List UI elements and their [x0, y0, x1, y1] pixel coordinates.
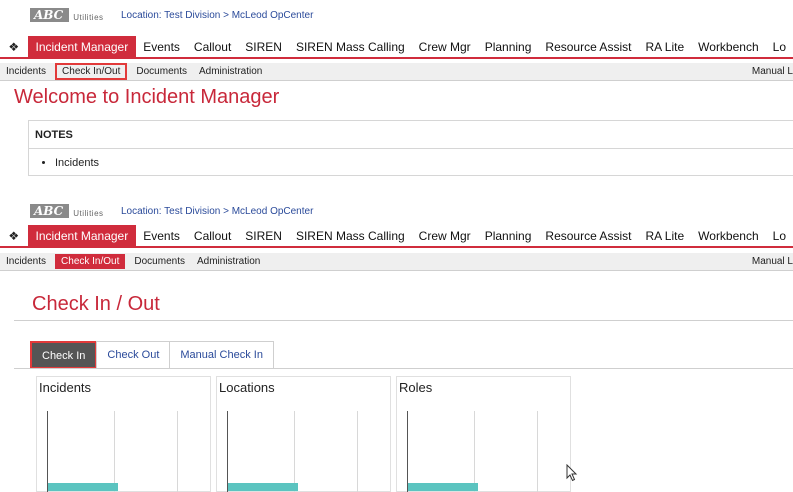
incident-manager-welcome-view: ABC Utilities Location: Test Division > …: [0, 0, 793, 180]
logo-subtitle: Utilities: [73, 13, 104, 22]
sub-nav: Incidents Check In/Out Documents Adminis…: [0, 253, 793, 271]
main-nav: ❖ Incident Manager Events Callout SIREN …: [0, 225, 793, 248]
subnav-check-in-out[interactable]: Check In/Out: [55, 254, 126, 269]
tab-manual-check-in[interactable]: Manual Check In: [169, 341, 274, 369]
title-divider: [14, 320, 793, 321]
nav-resource-assist[interactable]: Resource Assist: [538, 225, 638, 247]
main-nav: ❖ Incident Manager Events Callout SIREN …: [0, 36, 793, 59]
chart-bar[interactable]: [228, 483, 298, 491]
nav-lo-truncated[interactable]: Lo: [766, 36, 793, 58]
chart-bar[interactable]: [48, 483, 118, 491]
nav-planning[interactable]: Planning: [478, 225, 539, 247]
check-in-out-view: ABC Utilities Location: Test Division > …: [0, 196, 793, 492]
chart-axis: [407, 411, 408, 492]
abc-utilities-logo[interactable]: ABC Utilities: [30, 204, 104, 218]
nav-resource-assist[interactable]: Resource Assist: [538, 36, 638, 58]
nav-siren[interactable]: SIREN: [238, 225, 289, 247]
nav-ra-lite[interactable]: RA Lite: [638, 225, 691, 247]
chart-gridline: [537, 411, 538, 492]
abc-utilities-logo[interactable]: ABC Utilities: [30, 8, 104, 22]
nav-siren-mass-calling[interactable]: SIREN Mass Calling: [289, 225, 412, 247]
subnav-documents[interactable]: Documents: [130, 64, 193, 79]
subnav-incidents[interactable]: Incidents: [0, 64, 52, 79]
notes-list: Incidents: [29, 149, 793, 169]
home-icon[interactable]: ❖: [0, 40, 28, 54]
nav-incident-manager[interactable]: Incident Manager: [27, 225, 137, 247]
subnav-administration[interactable]: Administration: [191, 254, 266, 269]
logo-brand: ABC: [30, 8, 70, 22]
nav-workbench[interactable]: Workbench: [691, 36, 765, 58]
tab-underline: [14, 368, 793, 369]
tab-check-out[interactable]: Check Out: [96, 341, 171, 369]
nav-workbench[interactable]: Workbench: [691, 225, 765, 247]
location-breadcrumb[interactable]: Location: Test Division > McLeod OpCente…: [121, 10, 313, 21]
subnav-incidents[interactable]: Incidents: [0, 254, 52, 269]
locations-panel: Locations: [216, 376, 391, 492]
chart-bar[interactable]: [408, 483, 478, 491]
chart-axis: [227, 411, 228, 492]
nav-events[interactable]: Events: [136, 225, 187, 247]
page-title: Check In / Out: [32, 293, 160, 315]
notes-header: NOTES: [29, 121, 793, 149]
incidents-panel-title: Incidents: [39, 380, 92, 395]
subnav-documents[interactable]: Documents: [128, 254, 191, 269]
check-tabs: Check In Check Out Manual Check In: [30, 341, 274, 369]
header-bar: ABC Utilities Location: Test Division > …: [0, 196, 793, 226]
roles-panel-title: Roles: [399, 380, 433, 395]
nav-lo-truncated[interactable]: Lo: [766, 225, 793, 247]
page-title: Welcome to Incident Manager: [14, 86, 280, 108]
chart-axis: [47, 411, 48, 492]
logo-brand: ABC: [30, 204, 70, 218]
nav-crew-mgr[interactable]: Crew Mgr: [412, 36, 478, 58]
chart-gridline: [114, 411, 115, 492]
chart-gridline: [177, 411, 178, 492]
manual-link[interactable]: Manual L: [752, 256, 793, 267]
mouse-cursor-icon: [566, 464, 578, 482]
nav-ra-lite[interactable]: RA Lite: [638, 36, 691, 58]
chart-gridline: [474, 411, 475, 492]
roles-panel: Roles: [396, 376, 571, 492]
subnav-administration[interactable]: Administration: [193, 64, 268, 79]
nav-siren[interactable]: SIREN: [238, 36, 289, 58]
nav-incident-manager[interactable]: Incident Manager: [27, 36, 137, 58]
nav-siren-mass-calling[interactable]: SIREN Mass Calling: [289, 36, 412, 58]
nav-callout[interactable]: Callout: [187, 36, 238, 58]
manual-link[interactable]: Manual L: [752, 66, 793, 77]
logo-subtitle: Utilities: [73, 209, 104, 218]
subnav-check-in-out[interactable]: Check In/Out: [55, 63, 128, 80]
locations-panel-title: Locations: [219, 380, 275, 395]
nav-planning[interactable]: Planning: [478, 36, 539, 58]
notes-panel: NOTES Incidents: [28, 120, 793, 176]
notes-item-incidents[interactable]: Incidents: [55, 157, 793, 169]
chart-gridline: [357, 411, 358, 492]
header-bar: ABC Utilities Location: Test Division > …: [0, 0, 793, 30]
sub-nav: Incidents Check In/Out Documents Adminis…: [0, 63, 793, 81]
nav-callout[interactable]: Callout: [187, 225, 238, 247]
incidents-panel: Incidents: [36, 376, 211, 492]
nav-events[interactable]: Events: [136, 36, 187, 58]
chart-gridline: [294, 411, 295, 492]
tab-check-in[interactable]: Check In: [30, 341, 98, 369]
nav-crew-mgr[interactable]: Crew Mgr: [412, 225, 478, 247]
home-icon[interactable]: ❖: [0, 229, 28, 243]
location-breadcrumb[interactable]: Location: Test Division > McLeod OpCente…: [121, 206, 313, 217]
